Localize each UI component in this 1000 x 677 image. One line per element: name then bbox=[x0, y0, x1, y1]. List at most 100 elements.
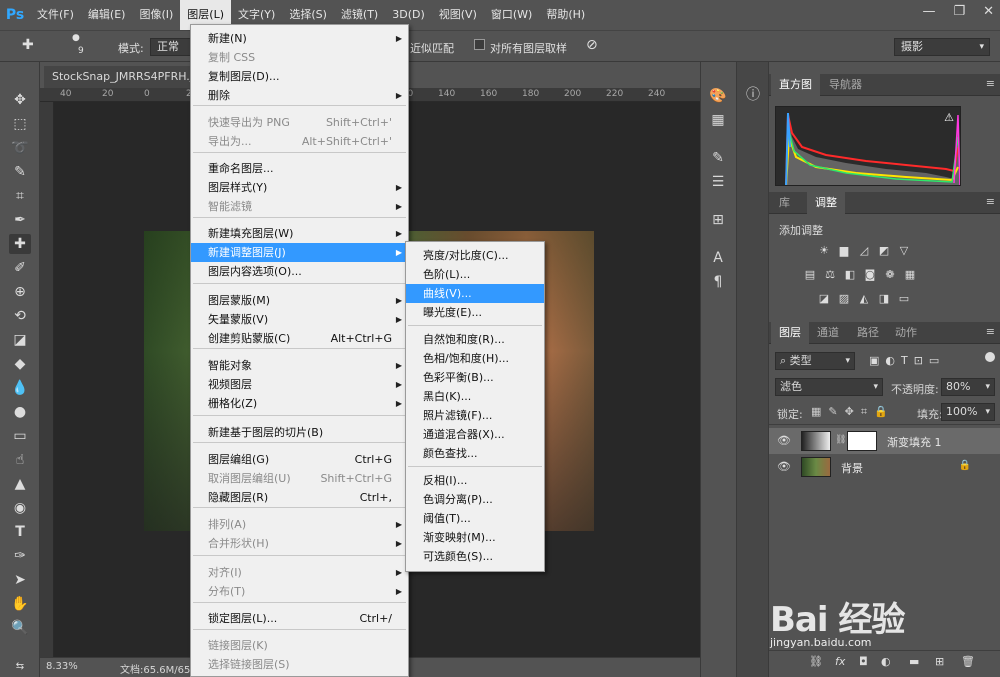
eye-icon[interactable]: 👁 bbox=[777, 460, 791, 473]
marquee-tool-icon[interactable]: ⬚ bbox=[9, 114, 31, 134]
zoom-level[interactable]: 8.33% bbox=[46, 661, 78, 672]
add-mask-icon[interactable]: ◘ bbox=[859, 655, 868, 668]
exposure-icon[interactable]: ◩ bbox=[877, 244, 891, 258]
eye-icon[interactable]: 👁 bbox=[777, 434, 791, 447]
chain-icon[interactable]: ⛓ bbox=[835, 435, 846, 445]
adjustment-menu-item[interactable]: 曝光度(E)... bbox=[406, 303, 544, 322]
tab-adjustments[interactable]: 调整 bbox=[807, 192, 845, 214]
menu-file[interactable]: 文件(F) bbox=[30, 0, 81, 30]
levels-icon[interactable]: ▆ bbox=[837, 244, 851, 258]
threshold-icon[interactable]: ◭ bbox=[857, 292, 871, 306]
panel-menu-icon[interactable]: ≡ bbox=[986, 325, 995, 338]
type-tool-icon[interactable]: T bbox=[9, 522, 31, 542]
layer-menu-item[interactable]: 重命名图层... bbox=[191, 159, 408, 178]
adjustment-menu-item[interactable]: 亮度/对比度(C)... bbox=[406, 246, 544, 265]
layer-name[interactable]: 渐变填充 1 bbox=[887, 434, 942, 450]
gradient-map-icon[interactable]: ▭ bbox=[897, 292, 911, 306]
blend-mode-select[interactable]: 滤色 ▾ bbox=[775, 378, 883, 396]
zoom-tool-icon[interactable]: 🔍 bbox=[9, 618, 31, 638]
panel-menu-icon[interactable]: ≡ bbox=[986, 195, 995, 208]
burn-tool-icon[interactable]: ◉ bbox=[9, 498, 31, 518]
smudge-tool-icon[interactable]: ☝ bbox=[9, 450, 31, 470]
swatches-grid-icon[interactable]: ▦ bbox=[707, 110, 729, 130]
layer-menu-item[interactable]: 排列(A) ▶ bbox=[191, 515, 408, 534]
fill-input[interactable]: 100% ▾ bbox=[941, 403, 995, 421]
channel-mixer-icon[interactable]: ❁ bbox=[883, 268, 897, 282]
layer-menu-item[interactable]: 图层蒙版(M) ▶ bbox=[191, 291, 408, 310]
layer-menu-item[interactable]: 创建剪贴蒙版(C) Alt+Ctrl+G bbox=[191, 329, 408, 348]
brightness-icon[interactable]: ☀ bbox=[817, 244, 831, 258]
layer-menu-item[interactable]: 图层内容选项(O)... bbox=[191, 262, 408, 281]
healing-brush-icon[interactable]: ✚ bbox=[22, 37, 34, 53]
character-icon[interactable]: A bbox=[707, 248, 729, 268]
selective-color-icon[interactable]: ◨ bbox=[877, 292, 891, 306]
layer-menu-item[interactable]: 隐藏图层(R) Ctrl+, bbox=[191, 488, 408, 507]
adjustment-menu-item[interactable]: 色阶(L)... bbox=[406, 265, 544, 284]
hue-sat-icon[interactable]: ▤ bbox=[803, 268, 817, 282]
new-group-icon[interactable]: ▬ bbox=[909, 655, 919, 668]
proximity-match-option[interactable]: 近似匹配 bbox=[410, 40, 454, 56]
adjustment-menu-item[interactable]: 照片滤镜(F)... bbox=[406, 406, 544, 425]
adjustment-menu-item[interactable]: 渐变映射(M)... bbox=[406, 528, 544, 547]
adjustment-layer-icon[interactable]: ◐ bbox=[881, 655, 891, 668]
warning-icon[interactable]: ⚠ bbox=[944, 111, 954, 124]
menu-edit[interactable]: 编辑(E) bbox=[81, 0, 133, 30]
adjustment-menu-item[interactable]: 色调分离(P)... bbox=[406, 490, 544, 509]
healing-brush-tool-icon[interactable]: ✚ bbox=[9, 234, 31, 254]
layer-menu-item[interactable]: 选择链接图层(S) bbox=[191, 655, 408, 674]
layer-menu-item[interactable]: 分布(T) ▶ bbox=[191, 582, 408, 601]
layer-name[interactable]: 背景 bbox=[841, 460, 863, 476]
adjustment-menu-item[interactable]: 通道混合器(X)... bbox=[406, 425, 544, 444]
lasso-tool-icon[interactable]: ➰ bbox=[9, 138, 31, 158]
pressure-icon[interactable]: ⊘ bbox=[586, 37, 598, 53]
stamp-tool-icon[interactable]: ⊕ bbox=[9, 282, 31, 302]
path-select-tool-icon[interactable]: ➤ bbox=[9, 570, 31, 590]
paragraph-icon[interactable]: ¶ bbox=[707, 272, 729, 292]
link-layers-icon[interactable]: ⛓ bbox=[809, 655, 823, 668]
mode-select[interactable]: 正常 bbox=[150, 38, 194, 56]
adjustment-menu-item[interactable]: 色彩平衡(B)... bbox=[406, 368, 544, 387]
crop-tool-icon[interactable]: ⌗ bbox=[9, 186, 31, 206]
opacity-input[interactable]: 80% ▾ bbox=[941, 378, 995, 396]
layer-filter-icons[interactable]: ▣◐T⊡▭ bbox=[869, 354, 945, 367]
tab-layers[interactable]: 图层 bbox=[771, 322, 809, 344]
tab-library[interactable]: 库 bbox=[771, 192, 798, 214]
layer-menu-item[interactable]: 复制图层(D)... bbox=[191, 67, 408, 86]
adjustment-menu-item[interactable]: 可选颜色(S)... bbox=[406, 547, 544, 566]
tab-navigator[interactable]: 导航器 bbox=[821, 74, 870, 96]
layer-menu-item[interactable]: 取消图层编组(U) Shift+Ctrl+G bbox=[191, 469, 408, 488]
layer-row-gradient[interactable]: 👁 ⛓ 渐变填充 1 bbox=[769, 428, 1000, 454]
layer-menu-item[interactable]: 智能对象 ▶ bbox=[191, 356, 408, 375]
panel-menu-icon[interactable]: ≡ bbox=[986, 77, 995, 90]
layer-row-background[interactable]: 👁 背景 🔒 bbox=[769, 454, 1000, 480]
adjustment-menu-item[interactable]: 色相/饱和度(H)... bbox=[406, 349, 544, 368]
adjustment-menu-item[interactable]: 黑白(K)... bbox=[406, 387, 544, 406]
menu-window[interactable]: 窗口(W) bbox=[484, 0, 539, 30]
history-brush-tool-icon[interactable]: ⟲ bbox=[9, 306, 31, 326]
info-icon[interactable]: ⓘ bbox=[742, 84, 764, 104]
tab-paths[interactable]: 路径 bbox=[849, 322, 887, 344]
menu-view[interactable]: 视图(V) bbox=[432, 0, 484, 30]
photo-filter-icon[interactable]: ◙ bbox=[863, 268, 877, 282]
layer-menu-item[interactable]: 删除 ▶ bbox=[191, 86, 408, 105]
trash-icon[interactable]: 🗑 bbox=[961, 655, 975, 668]
layer-filter-select[interactable]: ⌕ 类型 ▾ bbox=[775, 352, 855, 370]
move-tool-icon[interactable]: ✥ bbox=[9, 90, 31, 110]
layer-menu-item[interactable]: 链接图层(K) bbox=[191, 636, 408, 655]
eyedropper-tool-icon[interactable]: ✒ bbox=[9, 210, 31, 230]
curves-icon[interactable]: ◿ bbox=[857, 244, 871, 258]
new-layer-icon[interactable]: ⊞ bbox=[935, 655, 944, 668]
layer-menu-item[interactable]: 新建调整图层(J) ▶ bbox=[191, 243, 408, 262]
layer-menu-item[interactable]: 对齐(I) ▶ bbox=[191, 563, 408, 582]
layer-menu-item[interactable]: 图层样式(Y) ▶ bbox=[191, 178, 408, 197]
color-palette-icon[interactable]: 🎨 bbox=[707, 86, 729, 106]
color-lookup-icon[interactable]: ▦ bbox=[903, 268, 917, 282]
blur-tool-icon[interactable]: 💧 bbox=[9, 378, 31, 398]
brush-presets-icon[interactable]: ✎ bbox=[707, 148, 729, 168]
lock-icons[interactable]: ▦✎✥⌗🔒 bbox=[811, 405, 895, 419]
fx-icon[interactable]: fx bbox=[835, 655, 845, 668]
tab-channels[interactable]: 通道 bbox=[809, 322, 847, 344]
filter-toggle-icon[interactable] bbox=[985, 352, 995, 362]
layer-menu-item[interactable]: 新建填充图层(W) ▶ bbox=[191, 224, 408, 243]
sharpen-tool-icon[interactable]: ▲ bbox=[9, 474, 31, 494]
